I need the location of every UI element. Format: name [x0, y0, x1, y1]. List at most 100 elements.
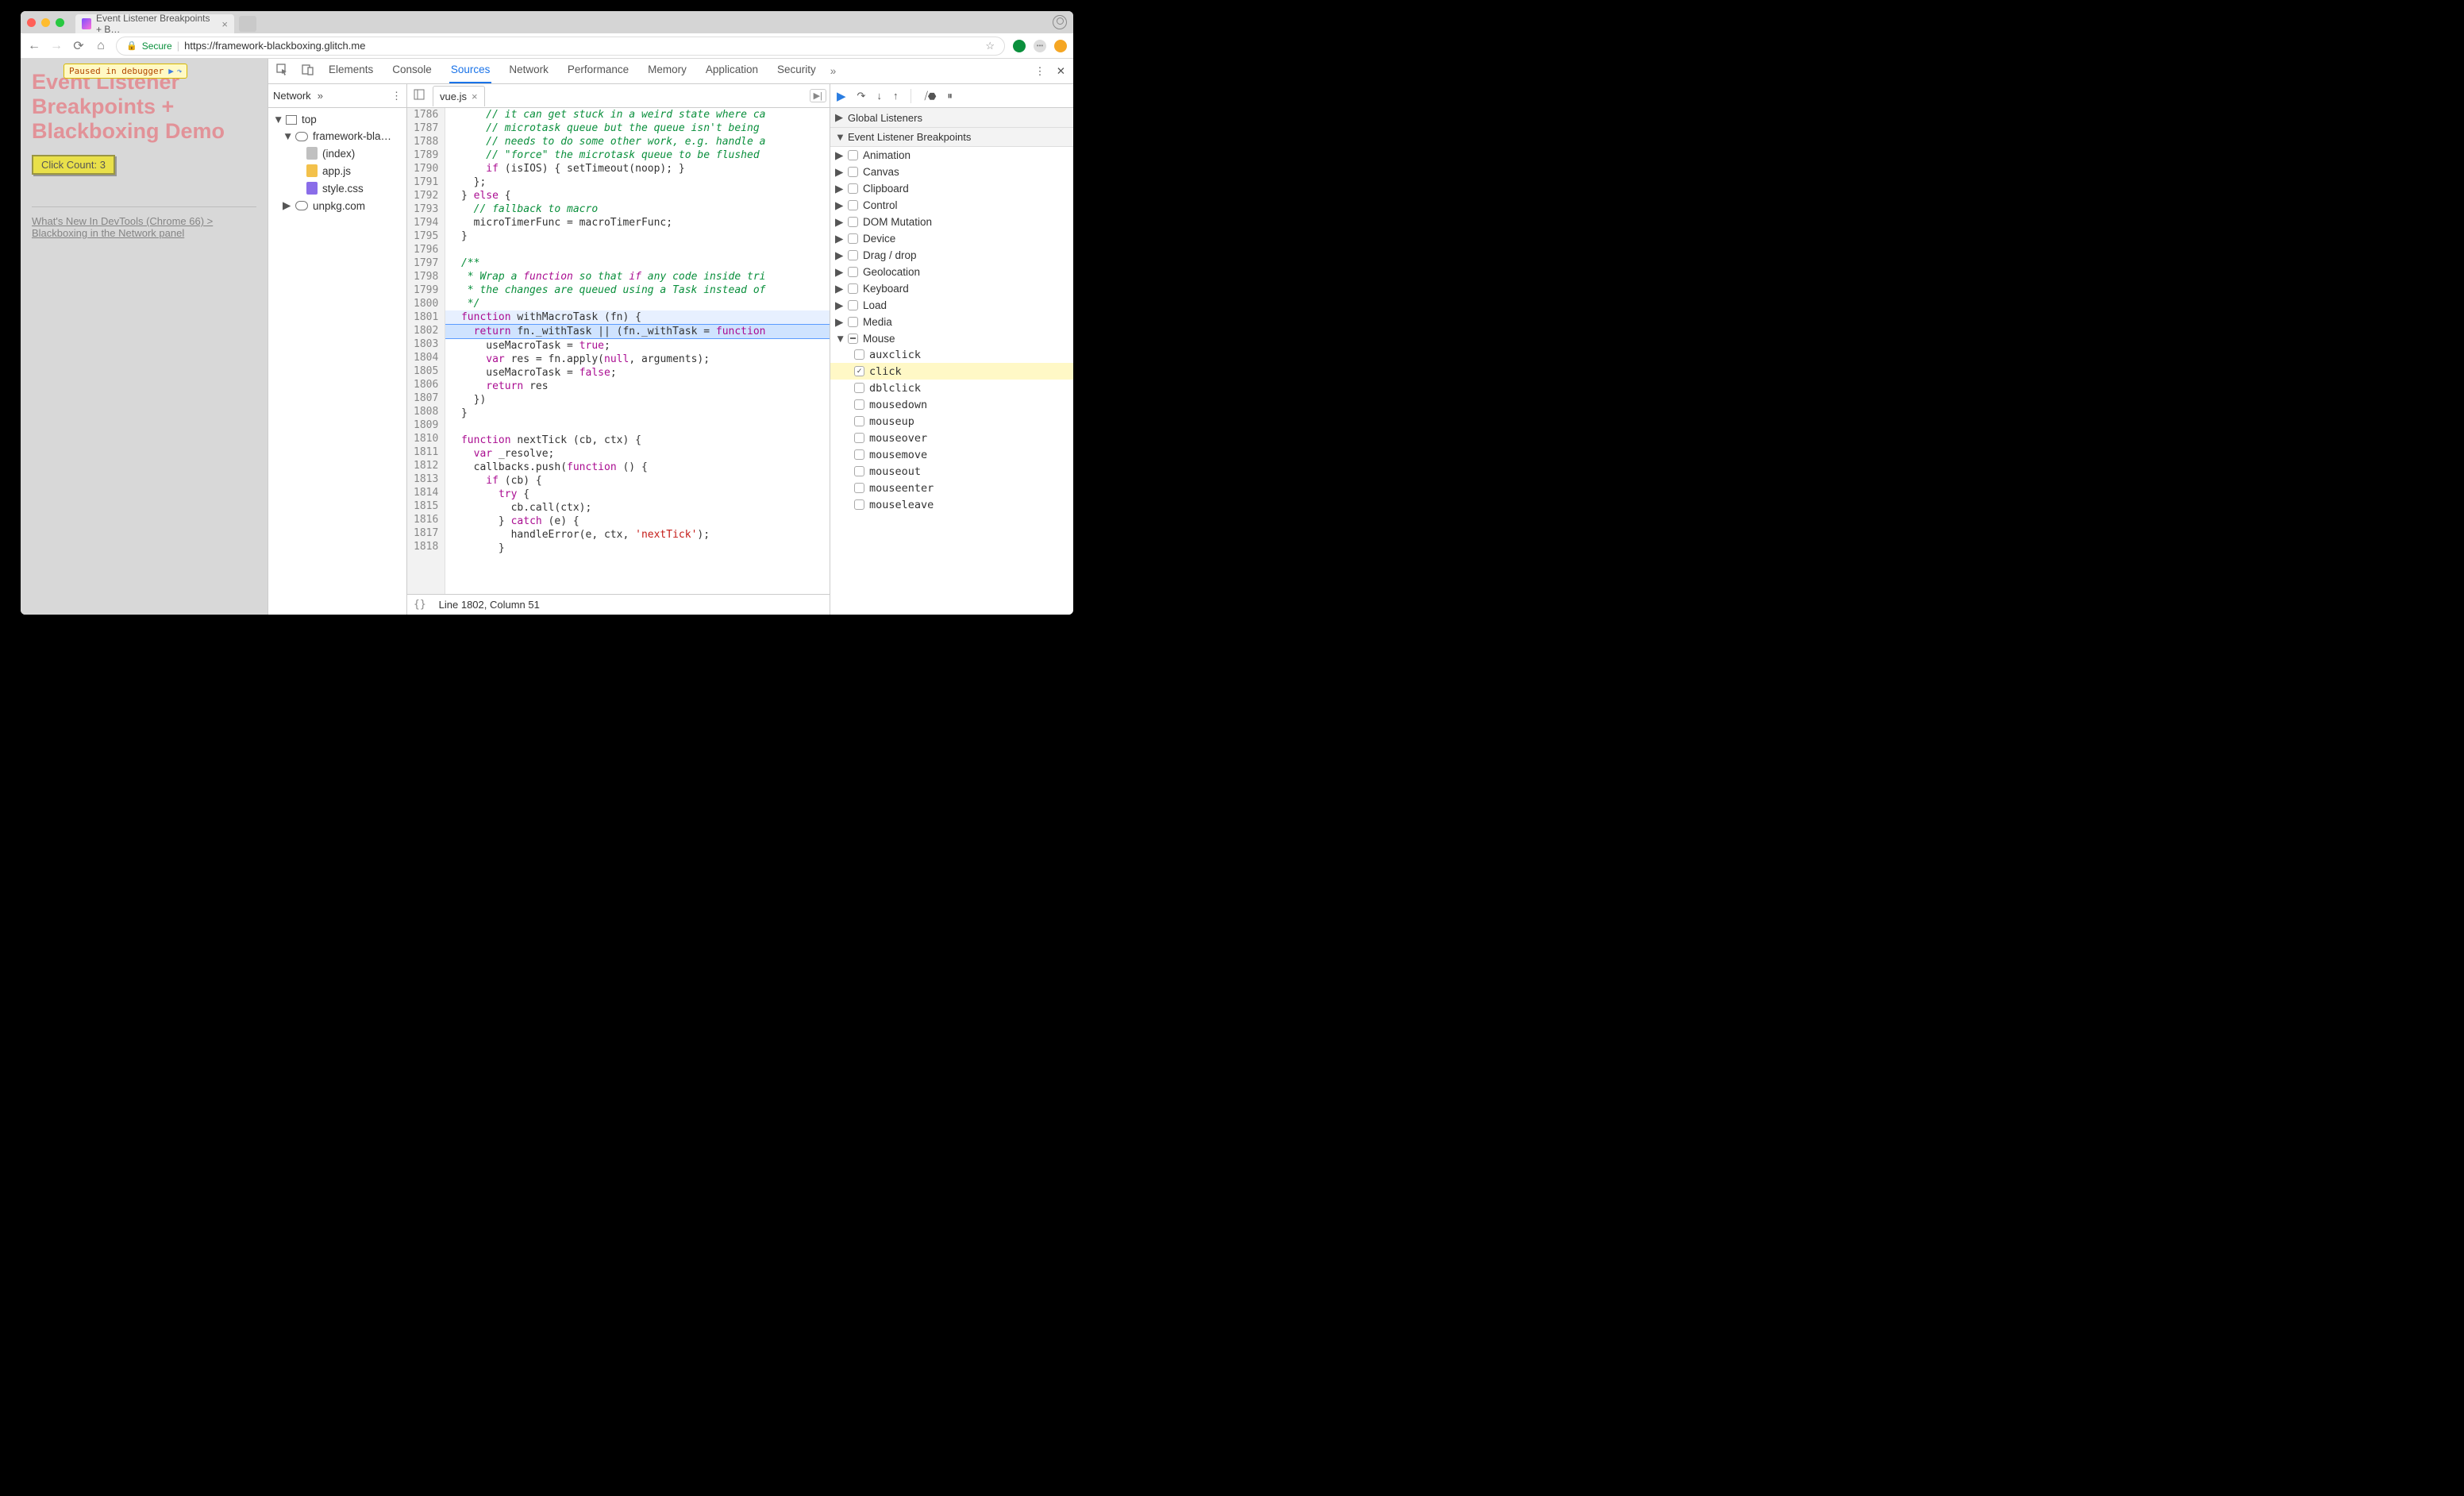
minimize-window-button[interactable]	[41, 18, 50, 27]
bp-event-mousemove[interactable]: mousemove	[830, 446, 1073, 463]
bp-event-mouseover[interactable]: mouseover	[830, 430, 1073, 446]
bp-category-media[interactable]: ▶Media	[830, 314, 1073, 330]
panel-tab-console[interactable]: Console	[391, 59, 433, 83]
bp-category-drag-drop[interactable]: ▶Drag / drop	[830, 247, 1073, 264]
tree-domain[interactable]: ▼ framework-bla…	[271, 128, 403, 145]
reload-button[interactable]: ⟳	[71, 38, 86, 54]
devtools-close-icon[interactable]: ✕	[1057, 65, 1065, 78]
deactivate-breakpoints-icon[interactable]: ⧸⬣	[924, 90, 936, 102]
checkbox[interactable]	[848, 334, 858, 344]
bp-category-animation[interactable]: ▶Animation	[830, 147, 1073, 164]
checkbox[interactable]	[848, 233, 858, 244]
checkbox[interactable]	[854, 466, 864, 476]
tree-file-appjs[interactable]: app.js	[271, 162, 403, 179]
bookmark-star-icon[interactable]: ☆	[985, 40, 995, 52]
step-over-icon[interactable]: ↷	[857, 90, 866, 102]
checkbox[interactable]	[848, 250, 858, 260]
checkbox[interactable]	[854, 366, 864, 376]
checkbox[interactable]	[854, 349, 864, 360]
bp-category-dom-mutation[interactable]: ▶DOM Mutation	[830, 214, 1073, 230]
forward-button[interactable]: →	[49, 39, 64, 53]
checkbox[interactable]	[854, 399, 864, 410]
checkbox[interactable]	[848, 167, 858, 177]
global-listeners-header[interactable]: ▶Global Listeners	[830, 108, 1073, 128]
panel-tab-memory[interactable]: Memory	[646, 59, 688, 83]
step-out-icon[interactable]: ↑	[893, 90, 899, 102]
tree-file-stylecss[interactable]: style.css	[271, 179, 403, 197]
inspect-element-icon[interactable]	[276, 64, 289, 79]
whats-new-link[interactable]: What's New In DevTools (Chrome 66) > Bla…	[32, 215, 213, 239]
code-area[interactable]: 1786178717881789179017911792179317941795…	[407, 108, 830, 594]
checkbox[interactable]	[854, 433, 864, 443]
bp-event-click[interactable]: click	[830, 363, 1073, 380]
click-count-button[interactable]: Click Count: 3	[32, 155, 115, 175]
checkbox[interactable]	[848, 150, 858, 160]
bp-event-mouseleave[interactable]: mouseleave	[830, 496, 1073, 513]
pretty-print-icon[interactable]: {}	[414, 599, 426, 611]
profile-icon[interactable]	[1053, 15, 1067, 29]
toggle-navigator-icon[interactable]	[410, 89, 428, 102]
close-window-button[interactable]	[27, 18, 36, 27]
browser-tab[interactable]: Event Listener Breakpoints + B… ×	[75, 14, 234, 33]
url-field[interactable]: 🔒 Secure | https://framework-blackboxing…	[116, 37, 1005, 56]
checkbox[interactable]	[848, 317, 858, 327]
tree-file-index[interactable]: (index)	[271, 145, 403, 162]
extension-3-icon[interactable]	[1054, 40, 1067, 52]
devtools-menu-icon[interactable]: ⋮	[1034, 65, 1045, 78]
checkbox[interactable]	[854, 383, 864, 393]
panel-tab-performance[interactable]: Performance	[566, 59, 630, 83]
panel-tab-sources[interactable]: Sources	[449, 59, 492, 83]
more-panels-icon[interactable]: »	[830, 65, 837, 77]
checkbox[interactable]	[848, 200, 858, 210]
bp-event-dblclick[interactable]: dblclick	[830, 380, 1073, 396]
checkbox[interactable]	[848, 300, 858, 310]
bp-category-mouse[interactable]: ▼Mouse	[830, 330, 1073, 346]
checkbox[interactable]	[848, 183, 858, 194]
navigator-tab[interactable]: Network	[273, 90, 311, 102]
home-button[interactable]: ⌂	[94, 39, 108, 53]
bp-event-mousedown[interactable]: mousedown	[830, 396, 1073, 413]
navigator-more-icon[interactable]: »	[318, 90, 323, 102]
bp-category-canvas[interactable]: ▶Canvas	[830, 164, 1073, 180]
step-into-icon[interactable]: ↓	[876, 90, 882, 102]
bp-category-clipboard[interactable]: ▶Clipboard	[830, 180, 1073, 197]
tree-top[interactable]: ▼ top	[271, 111, 403, 128]
step-overlay-button[interactable]: ↷	[177, 66, 183, 76]
checkbox[interactable]	[854, 483, 864, 493]
bp-category-geolocation[interactable]: ▶Geolocation	[830, 264, 1073, 280]
panel-tab-security[interactable]: Security	[776, 59, 818, 83]
panel-tab-elements[interactable]: Elements	[327, 59, 375, 83]
file-tab-vuejs[interactable]: vue.js ×	[433, 86, 485, 106]
extension-2-icon[interactable]: •••	[1034, 40, 1046, 52]
panel-tab-application[interactable]: Application	[704, 59, 760, 83]
checkbox[interactable]	[848, 217, 858, 227]
tree-unpkg[interactable]: ▶ unpkg.com	[271, 197, 403, 214]
checkbox[interactable]	[854, 416, 864, 426]
checkbox[interactable]	[848, 283, 858, 294]
bp-category-control[interactable]: ▶Control	[830, 197, 1073, 214]
toggle-debugger-icon[interactable]: ▶|	[810, 89, 826, 102]
device-toggle-icon[interactable]	[302, 64, 314, 79]
pause-exceptions-icon[interactable]: ⏸	[947, 90, 953, 102]
bp-category-load[interactable]: ▶Load	[830, 297, 1073, 314]
back-button[interactable]: ←	[27, 39, 41, 53]
bp-event-mouseout[interactable]: mouseout	[830, 463, 1073, 480]
extension-1-icon[interactable]	[1013, 40, 1026, 52]
resume-button[interactable]: ▶	[837, 89, 846, 103]
navigator-menu-icon[interactable]: ⋮	[391, 90, 402, 102]
bp-event-mouseenter[interactable]: mouseenter	[830, 480, 1073, 496]
bp-event-mouseup[interactable]: mouseup	[830, 413, 1073, 430]
code-body[interactable]: // it can get stuck in a weird state whe…	[445, 108, 830, 594]
checkbox[interactable]	[848, 267, 858, 277]
maximize-window-button[interactable]	[56, 18, 64, 27]
panel-tab-network[interactable]: Network	[507, 59, 550, 83]
bp-category-device[interactable]: ▶Device	[830, 230, 1073, 247]
close-tab-icon[interactable]: ×	[221, 18, 228, 30]
new-tab-button[interactable]	[239, 16, 256, 32]
event-breakpoints-header[interactable]: ▼Event Listener Breakpoints	[830, 128, 1073, 147]
checkbox[interactable]	[854, 449, 864, 460]
resume-overlay-button[interactable]: ▶	[168, 66, 174, 76]
bp-event-auxclick[interactable]: auxclick	[830, 346, 1073, 363]
checkbox[interactable]	[854, 499, 864, 510]
bp-category-keyboard[interactable]: ▶Keyboard	[830, 280, 1073, 297]
